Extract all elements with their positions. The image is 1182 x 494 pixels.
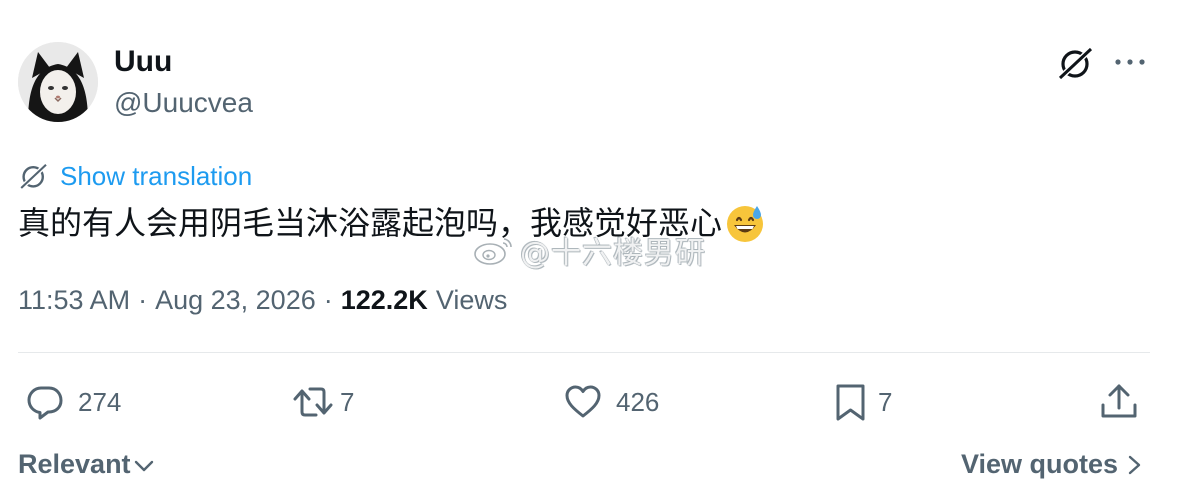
retweet-icon [293,387,333,417]
retweet-button[interactable]: 7 [292,380,354,424]
chevron-down-icon [134,460,153,472]
sort-label: Relevant [18,448,131,479]
reply-icon [27,386,63,420]
reply-count: 274 [78,386,122,417]
view-quotes-label: View quotes [960,448,1118,479]
tweet-body: 真的有人会用阴毛当沐浴露起泡吗，我感觉好恶心 [18,204,723,242]
user-handle[interactable]: @Uuucvea [114,86,253,120]
show-translation-link[interactable]: Show translation [60,161,252,192]
sort-replies-dropdown[interactable]: Relevant [18,446,155,482]
grinning-face-with-sweat-icon [727,206,764,242]
heart-icon [565,385,601,418]
translation-row: Show translation [18,158,252,194]
share-button[interactable] [1098,380,1140,424]
avatar[interactable] [18,42,98,122]
bookmark-button[interactable]: 7 [830,380,892,424]
cat-in-black-hood-avatar-icon [18,42,98,122]
views-count: 122.2K [340,284,428,315]
reply-button[interactable]: 274 [24,380,121,424]
retweet-count: 7 [340,386,355,417]
share-icon [1101,384,1137,418]
display-name[interactable]: Uuu [114,44,172,80]
tweet-time[interactable]: 11:53 AM [18,285,130,316]
view-quotes-link[interactable]: View quotes [961,446,1144,482]
grok-icon [18,162,49,191]
chevron-right-icon [1128,455,1141,475]
views-label: Views [435,284,508,315]
meta-separator: · [138,284,148,315]
grok-icon [1056,45,1095,82]
more-dots-icon [1115,59,1145,65]
divider [18,352,1150,353]
like-button[interactable]: 426 [562,380,659,424]
meta-separator: · [323,284,333,315]
more-options-button[interactable] [1112,50,1148,74]
tweet-meta: 11:53 AM · Aug 23, 2026 · 122.2K Views [18,282,507,318]
grok-button[interactable] [1056,44,1096,82]
bookmark-icon [836,384,865,421]
like-count: 426 [616,386,660,417]
bookmark-count: 7 [878,386,893,417]
tweet-date[interactable]: Aug 23, 2026 [155,285,316,316]
tweet-text: 真的有人会用阴毛当沐浴露起泡吗，我感觉好恶心 [18,202,766,244]
